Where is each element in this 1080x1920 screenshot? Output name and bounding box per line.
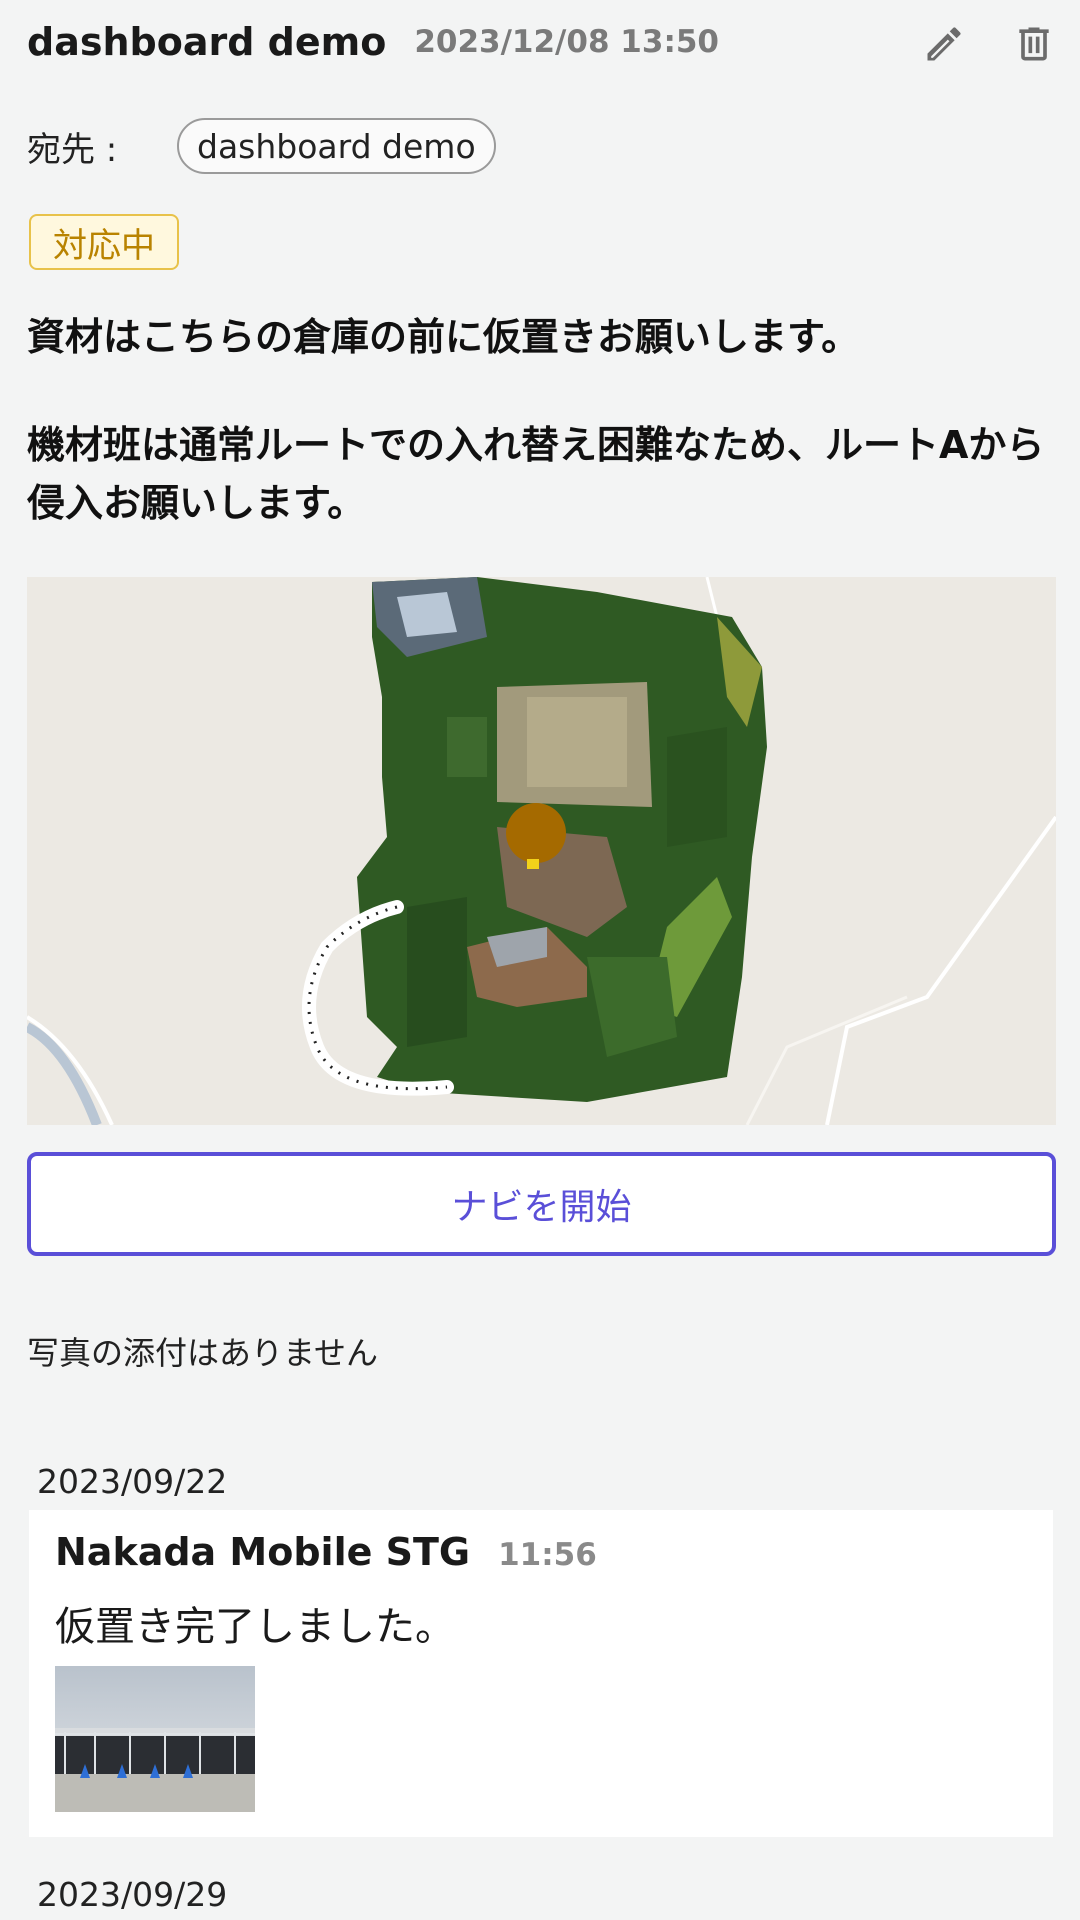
no-attachment-text: 写真の添付はありません: [27, 1334, 379, 1372]
photo-thumbnail-image: [55, 1666, 255, 1812]
delete-button[interactable]: [1008, 18, 1060, 70]
message-detail-page: dashboard demo 2023/12/08 13:50 宛先 : das…: [0, 0, 1080, 1920]
post-datetime: 2023/12/08 13:50: [414, 24, 719, 60]
comment-card: Nakada Mobile STG 11:56 仮置き完了しました。: [29, 1510, 1053, 1837]
map-image: [27, 577, 1056, 1125]
message-body: 資材はこちらの倉庫の前に仮置きお願いします。 機材班は通常ルートでの入れ替え困難…: [27, 308, 1057, 582]
edit-button[interactable]: [918, 18, 970, 70]
comment-time: 11:56: [498, 1537, 597, 1573]
author-name: dashboard demo: [27, 20, 387, 64]
start-navigation-button[interactable]: ナビを開始: [27, 1152, 1056, 1256]
comment-text: 仮置き完了しました。: [55, 1604, 455, 1650]
recipient-label: 宛先 :: [27, 129, 118, 170]
comment-photo-thumbnail[interactable]: [55, 1666, 255, 1812]
message-header: dashboard demo 2023/12/08 13:50: [27, 14, 1060, 70]
comment-date-separator: 2023/09/22: [37, 1462, 228, 1501]
message-line-1: 資材はこちらの倉庫の前に仮置きお願いします。: [27, 315, 860, 359]
comment-date-separator: 2023/09/29: [37, 1875, 228, 1914]
comment-author: Nakada Mobile STG: [55, 1530, 471, 1574]
message-line-2: 機材班は通常ルートでの入れ替え困難なため、ルートAから侵入お願いします。: [27, 423, 1045, 525]
recipient-chip[interactable]: dashboard demo: [177, 118, 496, 174]
comment-header: Nakada Mobile STG 11:56: [55, 1530, 597, 1574]
header-actions: [918, 18, 1060, 70]
recipient-row: 宛先 : dashboard demo: [27, 118, 496, 174]
pencil-icon: [927, 27, 961, 61]
site-map[interactable]: [27, 577, 1056, 1125]
trash-icon: [1019, 27, 1049, 61]
status-badge: 対応中: [29, 214, 179, 270]
